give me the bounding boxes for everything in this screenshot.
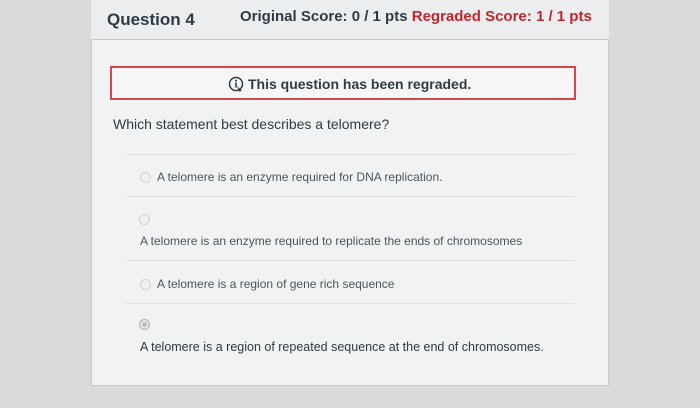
answer-label[interactable]: A telomere is a region of repeated seque… [140,340,544,354]
original-score: Original Score: 0 / 1 pts [240,8,408,25]
answer-divider [125,196,575,197]
answer-option[interactable]: A telomere is an enzyme required for DNA… [140,170,442,184]
answer-radio[interactable] [140,278,151,290]
info-icon [228,76,244,92]
answer-radio[interactable] [140,171,151,183]
regrade-notice-text: This question has been regraded. [248,76,472,92]
regrade-notice-content: This question has been regraded. [228,76,471,92]
question-title: Question 4 [107,10,195,29]
answer-option[interactable]: A telomere is a region of gene rich sequ… [140,277,394,291]
question-prompt: Which statement best describes a telomer… [113,116,390,132]
question-card [91,0,609,386]
answer-label[interactable]: A telomere is an enzyme required to repl… [140,234,522,248]
regraded-score: Regraded Score: 1 / 1 pts [411,8,592,25]
score-summary: Original Score: 0 / 1 pts Regraded Score… [240,8,592,25]
answer-divider [125,154,575,155]
answer-radio[interactable] [139,214,150,225]
answer-divider [125,260,575,261]
answer-divider [125,303,575,304]
answer-label: A telomere is a region of gene rich sequ… [157,277,395,291]
answer-radio-selected[interactable] [139,319,150,330]
answer-label: A telomere is an enzyme required for DNA… [157,170,443,184]
